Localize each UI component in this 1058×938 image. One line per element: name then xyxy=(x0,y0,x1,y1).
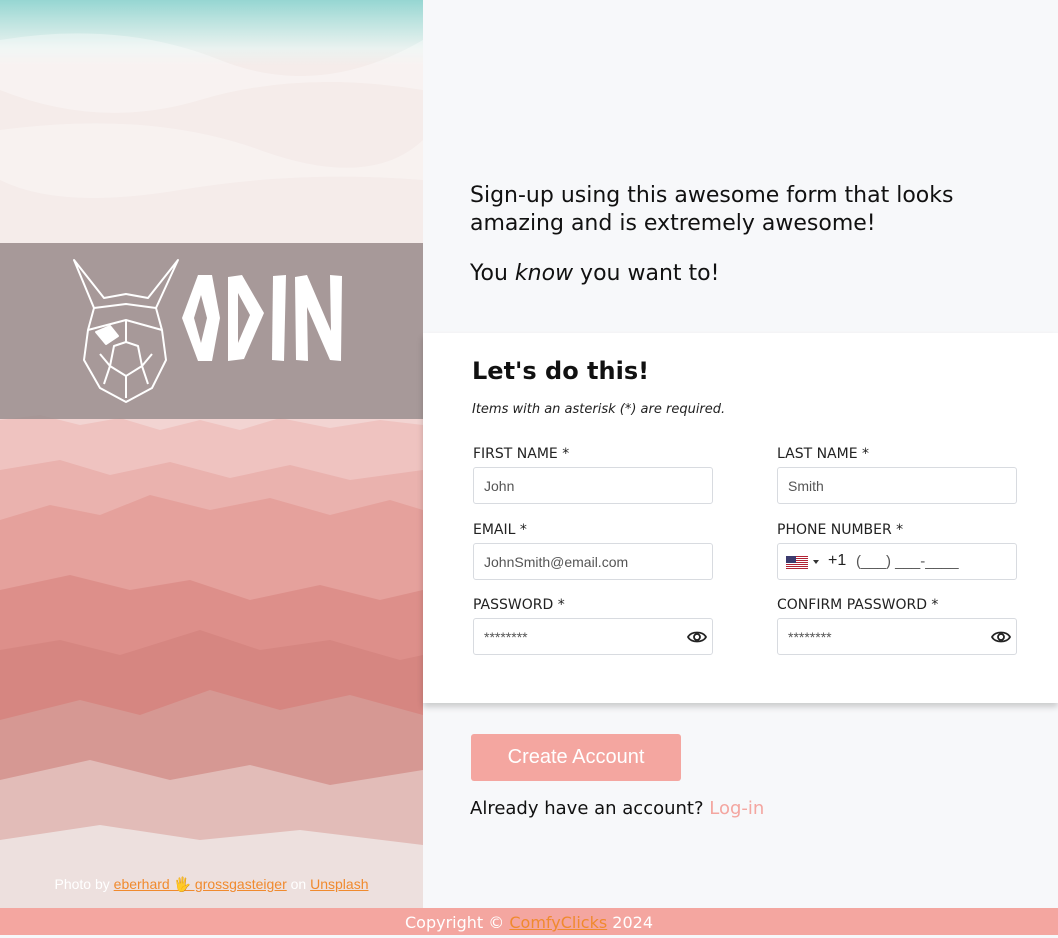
form-title: Let's do this! xyxy=(472,357,650,385)
password-box xyxy=(473,618,713,655)
confirm-password-input[interactable] xyxy=(778,619,988,654)
footer-year: 2024 xyxy=(607,913,653,932)
country-code: +1 xyxy=(828,552,847,569)
mountain-landscape xyxy=(0,0,423,908)
logo-text xyxy=(182,275,342,361)
email-label: EMAIL * xyxy=(473,522,527,538)
password-input[interactable] xyxy=(474,619,684,654)
footer: Copyright © ComfyClicks 2024 xyxy=(0,908,1058,935)
last-name-input[interactable] xyxy=(778,468,988,503)
last-name-label: LAST NAME * xyxy=(777,446,870,462)
phone-field: PHONE NUMBER * +1 xyxy=(777,522,1017,580)
last-name-box xyxy=(777,467,1017,504)
intro-line-1: Sign-up using this awesome form that loo… xyxy=(470,183,954,236)
footer-prefix: Copyright © xyxy=(405,913,510,932)
credit-prefix: Photo by xyxy=(54,876,114,892)
us-flag-icon xyxy=(786,556,808,569)
credit-middle: on xyxy=(286,876,311,892)
email-box xyxy=(473,543,713,580)
required-note: Items with an asterisk (*) are required. xyxy=(472,402,726,417)
login-prompt: Already have an account? Log-in xyxy=(470,798,764,819)
eye-icon[interactable] xyxy=(991,628,1011,646)
footer-brand-link[interactable]: ComfyClicks xyxy=(509,913,607,932)
signup-form: Let's do this! Items with an asterisk (*… xyxy=(423,333,1058,703)
viking-helmet-icon xyxy=(73,259,179,403)
email-field: EMAIL * xyxy=(473,522,713,580)
intro-line-2: You know you want to! xyxy=(470,260,1030,288)
eye-icon[interactable] xyxy=(687,628,707,646)
intro-line-2-prefix: You xyxy=(470,261,515,286)
intro-line-2-suffix: you want to! xyxy=(573,261,720,286)
credit-site-link[interactable]: Unsplash xyxy=(310,876,368,892)
country-selector[interactable] xyxy=(778,544,822,579)
phone-box: +1 xyxy=(777,543,1017,580)
chevron-down-icon xyxy=(813,560,819,564)
login-link[interactable]: Log-in xyxy=(709,798,764,819)
logo-band xyxy=(0,243,423,419)
phone-label: PHONE NUMBER * xyxy=(777,522,904,538)
confirm-password-label: CONFIRM PASSWORD * xyxy=(777,597,939,613)
email-input[interactable] xyxy=(474,544,684,579)
hero-image: Photo by eberhard 🖐 grossgasteiger on Un… xyxy=(0,0,423,908)
first-name-field: FIRST NAME * xyxy=(473,446,713,504)
first-name-label: FIRST NAME * xyxy=(473,446,570,462)
credit-author-link[interactable]: eberhard 🖐 grossgasteiger xyxy=(114,876,287,892)
last-name-field: LAST NAME * xyxy=(777,446,1017,504)
confirm-password-box xyxy=(777,618,1017,655)
first-name-input[interactable] xyxy=(474,468,684,503)
intro-line-2-emphasis: know xyxy=(514,261,574,286)
password-field: PASSWORD * xyxy=(473,597,713,655)
phone-input[interactable] xyxy=(856,544,1006,579)
photo-credit: Photo by eberhard 🖐 grossgasteiger on Un… xyxy=(0,876,423,893)
intro: Sign-up using this awesome form that loo… xyxy=(470,182,1030,288)
password-label: PASSWORD * xyxy=(473,597,565,613)
confirm-password-field: CONFIRM PASSWORD * xyxy=(777,597,1017,655)
login-prompt-text: Already have an account? xyxy=(470,798,710,819)
first-name-box xyxy=(473,467,713,504)
create-account-button[interactable]: Create Account xyxy=(471,734,681,781)
